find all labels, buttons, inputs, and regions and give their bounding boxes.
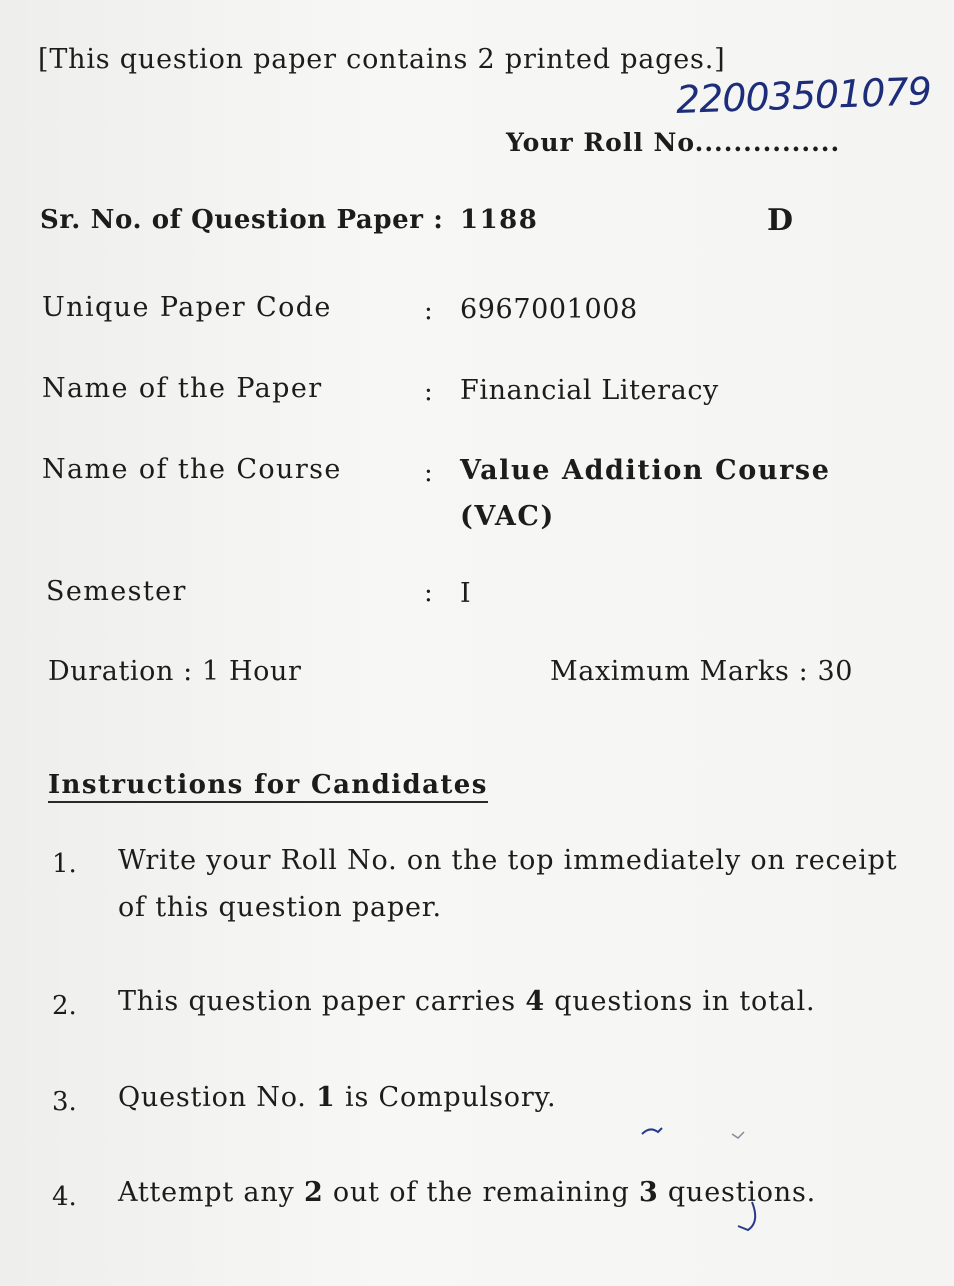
instruction-number: 4. xyxy=(52,1182,77,1212)
instruction-text: is Compulsory. xyxy=(335,1082,557,1113)
paper-name-value: Financial Literacy xyxy=(460,375,719,406)
printed-pages-note: [This question paper contains 2 printed … xyxy=(38,44,726,75)
instruction-text: This question paper carries xyxy=(118,986,526,1017)
instructions-heading: Instructions for Candidates xyxy=(48,770,488,803)
paper-set-letter: D xyxy=(767,203,794,238)
instruction-item: Write your Roll No. on the top immediate… xyxy=(118,837,897,931)
instruction-emphasis: 4 xyxy=(525,986,545,1017)
detail-colon: : xyxy=(424,578,433,608)
duration-text: Duration : 1 Hour xyxy=(48,656,302,687)
instruction-item: This question paper carries 4 questions … xyxy=(118,978,815,1025)
serial-number-value: 1188 xyxy=(460,205,539,235)
instruction-number: 3. xyxy=(52,1087,77,1117)
instruction-number: 1. xyxy=(52,849,77,879)
course-name-value: Value Addition Course xyxy=(460,455,831,486)
detail-colon: : xyxy=(424,458,433,488)
instruction-line: Write your Roll No. on the top immediate… xyxy=(118,845,898,876)
semester-label: Semester xyxy=(46,576,187,607)
serial-number-row: Sr. No. of Question Paper : 1188 xyxy=(40,205,537,235)
instruction-emphasis: 1 xyxy=(316,1082,336,1113)
maximum-marks-text: Maximum Marks : 30 xyxy=(550,656,854,687)
roll-number-field: Your Roll No............... xyxy=(506,128,840,157)
instruction-emphasis: 2 xyxy=(303,1177,324,1208)
semester-value: I xyxy=(460,578,472,609)
instruction-number: 2. xyxy=(52,991,77,1021)
course-name-label: Name of the Course xyxy=(42,454,342,485)
detail-colon: : xyxy=(424,377,433,407)
serial-number-label: Sr. No. of Question Paper : xyxy=(40,205,444,235)
roll-label: Your Roll No xyxy=(506,128,695,157)
roll-dots: ............... xyxy=(694,128,841,157)
pen-marks-icon xyxy=(641,1127,757,1232)
unique-paper-code-label: Unique Paper Code xyxy=(42,292,332,323)
instruction-text: Attempt any xyxy=(118,1177,304,1208)
handwritten-roll-number: 22003501079 xyxy=(675,69,932,122)
instruction-text: out of the remaining xyxy=(323,1177,639,1208)
instruction-text: questions in total. xyxy=(544,986,816,1017)
question-paper-page: [This question paper contains 2 printed … xyxy=(0,0,954,1286)
detail-colon: : xyxy=(424,296,433,326)
paper-name-label: Name of the Paper xyxy=(42,373,323,404)
course-name-value-line2: (VAC) xyxy=(460,501,555,532)
instruction-text: Question No. xyxy=(118,1082,317,1113)
instruction-item: Question No. 1 is Compulsory. xyxy=(118,1074,556,1121)
unique-paper-code-value: 6967001008 xyxy=(460,294,638,325)
instruction-line: of this question paper. xyxy=(118,892,442,923)
